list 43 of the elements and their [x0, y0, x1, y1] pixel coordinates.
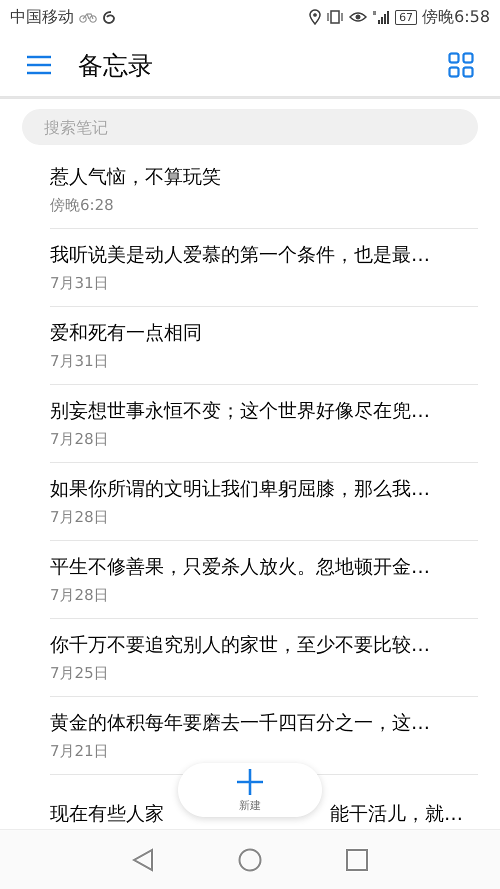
note-item[interactable]: 惹人气恼，不算玩笑 傍晚6:28 [50, 151, 478, 229]
note-title: 现在有些人家 [50, 802, 164, 826]
app-title: 备忘录 [78, 50, 153, 82]
note-title: 惹人气恼，不算玩笑 [50, 165, 221, 190]
note-date: 7月28日 [50, 586, 110, 605]
note-item[interactable]: 别妄想世事永恒不变；这个世界好像尽在兜… 7月28日 [50, 385, 478, 463]
note-date: 7月28日 [50, 508, 110, 527]
note-date: 7月31日 [50, 352, 110, 371]
note-date: 7月25日 [50, 664, 110, 683]
note-title: 爱和死有一点相同 [50, 321, 202, 346]
note-item[interactable]: 如果你所谓的文明让我们卑躬屈膝，那么我… 7月28日 [50, 463, 478, 541]
note-title: 你千万不要追究别人的家世，至少不要比较… [50, 633, 430, 658]
note-item[interactable]: 平生不修善果，只爱杀人放火。忽地顿开金… 7月28日 [50, 541, 478, 619]
note-date: 傍晚6:28 [50, 196, 115, 215]
battery-level: 67 [395, 10, 418, 24]
menu-icon[interactable] [26, 55, 52, 75]
search-field[interactable]: 搜索笔记 [22, 109, 478, 145]
note-title: 黄金的体积每年要磨去一千四百分之一，这… [50, 711, 430, 736]
grid-view-icon[interactable] [448, 52, 474, 78]
eye-icon [349, 11, 368, 23]
vibrate-icon [326, 10, 344, 24]
note-title: 我听说美是动人爱慕的第一个条件，也是最… [50, 243, 430, 268]
note-date: 7月28日 [50, 430, 110, 449]
location-icon [309, 9, 322, 25]
back-icon[interactable] [132, 848, 154, 872]
note-date: 7月21日 [50, 742, 110, 761]
note-date: 7月31日 [50, 274, 110, 293]
new-note-button[interactable]: 新建 [178, 763, 322, 817]
note-item[interactable]: 爱和死有一点相同 7月31日 [50, 307, 478, 385]
recents-icon[interactable] [346, 848, 368, 870]
signal-icon [372, 10, 390, 24]
note-item[interactable]: 你千万不要追究别人的家世，至少不要比较… 7月25日 [50, 619, 478, 697]
note-title: 别妄想世事永恒不变；这个世界好像尽在兜… [50, 399, 430, 424]
swirl-icon [102, 10, 116, 24]
home-icon[interactable] [238, 848, 262, 872]
bicycle-icon [79, 11, 97, 23]
note-title: 平生不修善果，只爱杀人放火。忽地顿开金… [50, 555, 430, 580]
note-title: 能干活儿，就… [330, 802, 463, 826]
carrier-name: 中国移动 [10, 6, 74, 28]
note-item[interactable]: 我听说美是动人爱慕的第一个条件，也是最… 7月31日 [50, 229, 478, 307]
status-time: 傍晚6:58 [422, 6, 490, 28]
note-title: 如果你所谓的文明让我们卑躬屈膝，那么我… [50, 477, 430, 502]
plus-icon [236, 768, 264, 796]
